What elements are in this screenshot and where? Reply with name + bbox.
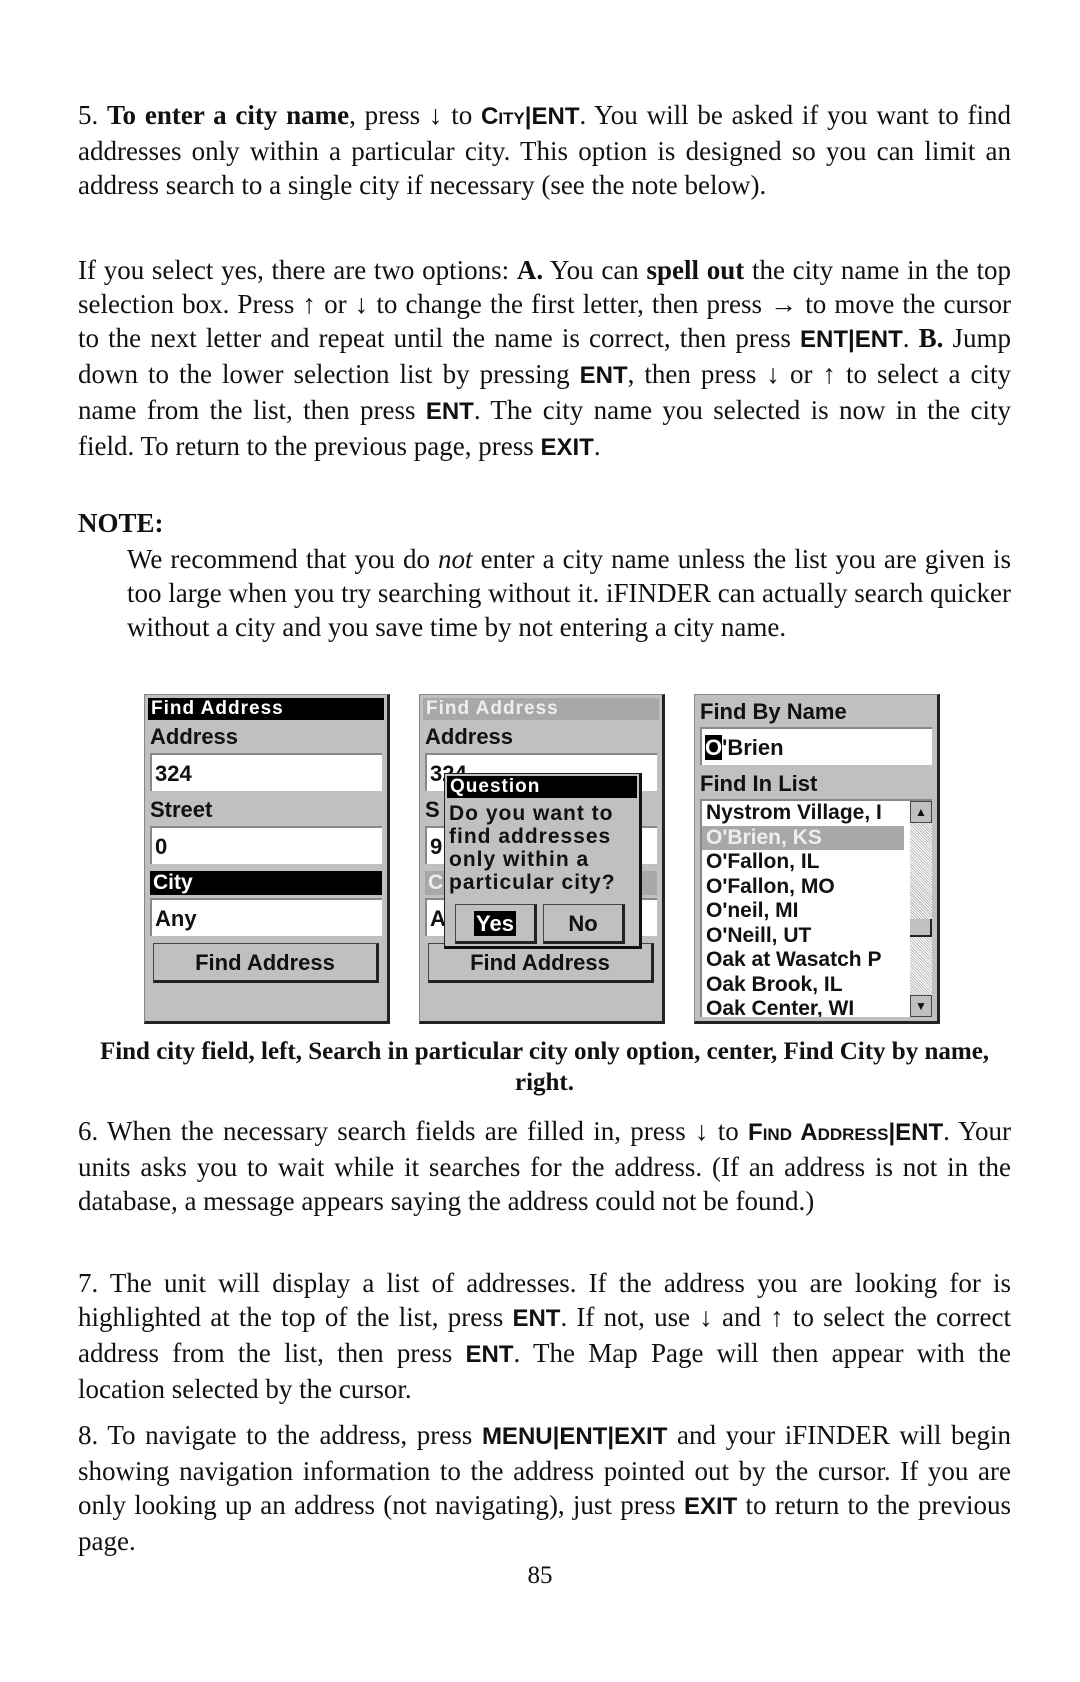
screen-find-by-name: Find By Name O'Brien Find In List Nystro… xyxy=(694,694,940,1024)
scroll-down-icon[interactable]: ▼ xyxy=(910,995,932,1017)
text-segment: We recommend that you do xyxy=(127,544,439,574)
city-list-item[interactable]: Oak at Wasatch P xyxy=(702,948,904,973)
text-segment: . xyxy=(593,431,601,461)
city-list-item[interactable]: O'Neill, UT xyxy=(702,924,904,949)
text-cursor: O xyxy=(705,735,723,760)
key-name: MENU|ENT|EXIT xyxy=(481,1423,668,1450)
yes-button[interactable]: Yes xyxy=(455,904,537,944)
key-name: ENT xyxy=(512,1305,561,1332)
note-body: We recommend that you do not enter a cit… xyxy=(127,542,1011,644)
city-list[interactable]: Nystrom Village, I O'Brien, KS O'Fallon, I… xyxy=(700,799,932,1017)
key-name: ENT xyxy=(425,398,474,425)
key-name: EXIT xyxy=(683,1493,738,1520)
text-segment: A. xyxy=(516,255,544,285)
screen-title: Find Address xyxy=(423,698,659,720)
key-name: ENT xyxy=(465,1341,514,1368)
city-list-item[interactable]: O'Fallon, IL xyxy=(702,850,904,875)
scrollbar-thumb[interactable] xyxy=(910,919,932,937)
paragraph-step-7: 7. The unit will display a list of addre… xyxy=(78,1266,1011,1406)
key-name: Find Address xyxy=(748,1119,889,1146)
text-segment: 8. To navigate to the address, press xyxy=(78,1420,482,1450)
screen-title: Find Address xyxy=(148,698,384,720)
text-segment: spell out xyxy=(646,255,745,285)
address-field[interactable]: 324 xyxy=(150,753,382,791)
city-list-item[interactable]: O'neil, MI xyxy=(702,899,904,924)
name-text: 'Brien xyxy=(722,735,784,760)
text-segment: You can xyxy=(543,255,647,285)
scroll-up-icon[interactable]: ▲ xyxy=(910,801,932,823)
key-name: City xyxy=(480,103,525,130)
key-name: ENT xyxy=(579,362,628,389)
street-label: Street xyxy=(150,797,213,822)
street-label: S xyxy=(425,797,440,822)
dialog-message-line: find addresses xyxy=(449,825,612,848)
name-field[interactable]: O'Brien xyxy=(700,727,932,765)
key-name: ENT|ENT xyxy=(800,326,903,353)
city-field[interactable]: Any xyxy=(150,898,382,936)
key-name: ENT xyxy=(531,103,580,130)
text-segment: B. xyxy=(918,323,944,353)
paragraph-step-5: 5. To enter a city name, press ↓ to City… xyxy=(78,98,1011,202)
city-list-item[interactable]: Oak Brook, IL xyxy=(702,973,904,998)
dialog-message: Do you want to find addresses only withi… xyxy=(449,802,616,894)
city-list-item[interactable]: O'Fallon, MO xyxy=(702,875,904,900)
find-by-name-label: Find By Name xyxy=(700,699,847,724)
page-number: 85 xyxy=(527,1562,553,1589)
dialog-title: Question xyxy=(447,776,637,798)
city-list-item[interactable]: Oak Center, WI xyxy=(702,997,904,1017)
address-label: Address xyxy=(425,724,514,749)
text-segment: 5. xyxy=(78,100,108,130)
street-field[interactable]: 0 xyxy=(150,826,382,864)
find-in-list-label: Find In List xyxy=(700,771,818,796)
find-address-button[interactable]: Find Address xyxy=(153,943,379,983)
scrollbar[interactable]: ▲ ▼ xyxy=(910,801,932,1017)
paragraph-city-options: If you select yes, there are two options… xyxy=(78,253,1011,465)
dialog-message-line: only within a xyxy=(449,848,590,871)
text-segment: If you select yes, there are two options… xyxy=(78,255,517,285)
text-segment: not xyxy=(438,544,473,574)
figure-caption: Find city field, left, Search in particu… xyxy=(99,1038,990,1096)
text-segment: To enter a city name xyxy=(107,100,350,130)
dialog-message-line: Do you want to xyxy=(449,802,614,825)
address-label: Address xyxy=(150,724,239,749)
key-name: EXIT xyxy=(540,434,594,461)
dialog-message-line: particular city? xyxy=(449,871,616,894)
screen-city-question: Find Address Address 324 S 9 C A Find Ad… xyxy=(419,694,665,1024)
city-label: City xyxy=(150,871,382,895)
text-segment: . xyxy=(902,323,919,353)
screen-find-city-field: Find Address Address 324 Street 0 City A… xyxy=(144,694,390,1024)
question-dialog: Question Do you want to find addresses o… xyxy=(444,773,642,949)
key-name: ENT xyxy=(895,1119,944,1146)
yes-label: Yes xyxy=(474,911,516,936)
note-heading: NOTE: xyxy=(78,508,164,538)
city-list-item[interactable]: O'Brien, KS xyxy=(702,825,904,850)
no-button[interactable]: No xyxy=(543,904,625,944)
paragraph-step-6: 6. When the necessary search fields are … xyxy=(78,1114,1011,1218)
text-segment: 6. When the necessary search fields are … xyxy=(78,1116,749,1146)
city-list-item[interactable]: Nystrom Village, I xyxy=(702,801,904,826)
paragraph-step-8: 8. To navigate to the address, press MEN… xyxy=(78,1418,1011,1558)
text-segment: , press ↓ to xyxy=(349,100,481,130)
find-address-button[interactable]: Find Address xyxy=(428,943,654,983)
